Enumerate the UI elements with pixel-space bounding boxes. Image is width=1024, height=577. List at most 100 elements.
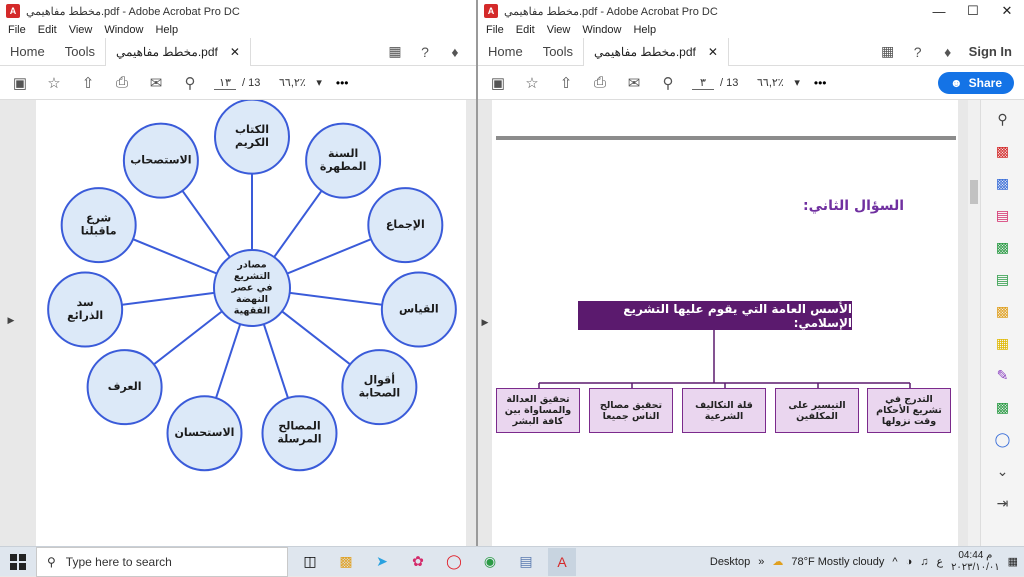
file-explorer-icon[interactable]: ▩	[332, 548, 360, 576]
tools-side-panel: ⚲ ▩ ▩ ▤ ▩ ▤ ▩ ▦ ✎ ▩ ◯ ⌄ ⇥	[980, 100, 1024, 546]
help-icon[interactable]: ?	[909, 43, 927, 61]
opera-icon[interactable]: ◯	[440, 548, 468, 576]
network-icon[interactable]: ◑	[906, 556, 913, 568]
more-tools-button[interactable]: •••	[814, 76, 827, 90]
document-tab[interactable]: مخطط مفاهيمي.pdf ✕	[583, 37, 729, 66]
combine-files-icon[interactable]: ▩	[993, 172, 1013, 194]
diagram-node: الاستصحاب	[122, 122, 199, 199]
menu-help[interactable]: Help	[155, 24, 178, 36]
menu-window[interactable]: Window	[582, 24, 621, 36]
more-tools-button[interactable]: •••	[336, 76, 349, 90]
star-icon[interactable]: ☆	[522, 73, 542, 93]
comment-icon[interactable]: ▦	[879, 43, 897, 61]
save-icon[interactable]: ▣	[488, 73, 508, 93]
zoom-input[interactable]: ٦٦,٢٪	[274, 76, 310, 89]
weather-text[interactable]: 78°F Mostly cloudy	[791, 556, 884, 568]
save-icon[interactable]: ▣	[10, 73, 30, 93]
zoom-input[interactable]: ٦٦,٢٪	[752, 76, 788, 89]
tab-home[interactable]: Home	[0, 38, 55, 66]
bell-icon[interactable]: ♦	[939, 43, 957, 61]
menu-edit[interactable]: Edit	[516, 24, 535, 36]
tab-home[interactable]: Home	[478, 38, 533, 66]
close-window-icon[interactable]: ✕	[990, 0, 1024, 22]
scrollbar-thumb[interactable]	[970, 180, 978, 204]
right-window-title: مخطط مفاهيمي.pdf - Adobe Acrobat Pro DC	[504, 5, 718, 18]
create-pdf-icon[interactable]: ▩	[993, 140, 1013, 162]
zoom-dropdown-icon[interactable]: ▾	[794, 76, 800, 89]
document-tab-label: مخطط مفاهيمي.pdf	[594, 44, 696, 59]
bell-icon[interactable]: ♦	[446, 43, 464, 61]
menu-window[interactable]: Window	[104, 24, 143, 36]
upload-cloud-icon[interactable]: ⇧	[556, 73, 576, 93]
close-tab-icon[interactable]: ✕	[230, 45, 240, 59]
menu-edit[interactable]: Edit	[38, 24, 57, 36]
diagram-node-label: في عصر	[231, 283, 273, 294]
help-icon[interactable]: ?	[416, 43, 434, 61]
tray-expand-icon[interactable]: ^	[892, 556, 897, 568]
diagram-node-label: المرسلة	[277, 433, 321, 446]
compress-pdf-icon[interactable]: ▩	[993, 396, 1013, 418]
chrome-icon[interactable]: ◉	[476, 548, 504, 576]
acrobat-taskbar-icon[interactable]: A	[548, 547, 576, 576]
organize-pages-icon[interactable]: ▤	[993, 204, 1013, 226]
diagram-node-label: التشريع	[234, 271, 270, 282]
zoom-search-icon[interactable]: ⚲	[658, 73, 678, 93]
star-icon[interactable]: ☆	[44, 73, 64, 93]
menu-help[interactable]: Help	[633, 24, 656, 36]
right-toolbar: ▣ ☆ ⇧ ⎙ ✉ ⚲ ٣ / 13 ٦٦,٢٪ ▾ ••• ☻ Share	[478, 66, 1024, 100]
page-number-input[interactable]: ١٣	[214, 76, 236, 90]
diagram-node-label: السنة	[328, 147, 358, 160]
edit-pdf-icon[interactable]: ▩	[993, 236, 1013, 258]
export-pdf-icon[interactable]: ▤	[993, 268, 1013, 290]
tree-leaf: تحقيق العدالة والمساواة بين كافة البشر	[496, 388, 580, 433]
windows-start-icon[interactable]	[0, 547, 36, 577]
sign-in-button[interactable]: Sign In	[969, 44, 1012, 59]
print-icon[interactable]: ⎙	[112, 73, 132, 93]
protect-icon[interactable]: ◯	[993, 428, 1013, 450]
expand-tools-icon[interactable]: ⌄	[993, 460, 1013, 482]
tab-tools[interactable]: Tools	[55, 38, 105, 66]
tree-leaf: قلة التكاليف الشرعية	[682, 388, 766, 433]
tab-tools[interactable]: Tools	[533, 38, 583, 66]
clock[interactable]: 04:44 م ٢٠٢٣/١٠/٠١	[951, 550, 1000, 574]
snipping-tool-icon[interactable]: ✿	[404, 548, 432, 576]
document-tab[interactable]: مخطط مفاهيمي.pdf ✕	[105, 37, 251, 66]
desktop-toolbar[interactable]: Desktop	[710, 556, 750, 568]
language-indicator[interactable]: ع	[936, 555, 943, 568]
left-panel-expand-icon[interactable]: ▶	[6, 310, 16, 330]
print-icon[interactable]: ⎙	[590, 73, 610, 93]
upload-cloud-icon[interactable]: ⇧	[78, 73, 98, 93]
fill-sign-icon[interactable]: ✎	[993, 364, 1013, 386]
right-panel-expand-icon[interactable]: ▶	[480, 312, 490, 332]
left-acrobat-window: A مخطط مفاهيمي.pdf - Adobe Acrobat Pro D…	[0, 0, 476, 546]
telegram-icon[interactable]: ➤	[368, 548, 396, 576]
menu-view[interactable]: View	[547, 24, 571, 36]
notifications-icon[interactable]: ▦	[1008, 555, 1018, 568]
request-signature-icon[interactable]: ▩	[993, 300, 1013, 322]
minimize-icon[interactable]: —	[922, 0, 956, 22]
comment-icon[interactable]: ▦	[386, 43, 404, 61]
tree-leaf: التدرج في تشريع الأحكام وقت نزولها	[867, 388, 951, 433]
share-button[interactable]: ☻ Share	[938, 71, 1014, 94]
menu-view[interactable]: View	[69, 24, 93, 36]
diagram-node: العرف	[86, 349, 163, 426]
windows-taskbar: ⚲ Type here to search ◫ ▩ ➤ ✿ ◯ ◉ ▤ A De…	[0, 546, 1024, 577]
collapse-panel-icon[interactable]: ⇥	[993, 492, 1013, 514]
zoom-search-icon[interactable]: ⚲	[180, 73, 200, 93]
taskbar-search-input[interactable]: ⚲ Type here to search	[36, 546, 288, 577]
email-icon[interactable]: ✉	[146, 73, 166, 93]
email-icon[interactable]: ✉	[624, 73, 644, 93]
menu-file[interactable]: File	[8, 24, 26, 36]
vertical-scrollbar[interactable]	[968, 100, 980, 546]
show-more-icon[interactable]: »	[758, 556, 764, 568]
page-number-input[interactable]: ٣	[692, 76, 714, 90]
volume-icon[interactable]: ♫	[920, 556, 928, 568]
zoom-in-icon[interactable]: ⚲	[993, 108, 1013, 130]
zoom-dropdown-icon[interactable]: ▾	[316, 76, 322, 89]
notepad-icon[interactable]: ▤	[512, 548, 540, 576]
menu-file[interactable]: File	[486, 24, 504, 36]
close-tab-icon[interactable]: ✕	[708, 45, 718, 59]
task-view-icon[interactable]: ◫	[296, 548, 324, 576]
comment-tool-icon[interactable]: ▦	[993, 332, 1013, 354]
maximize-icon[interactable]: ☐	[956, 0, 990, 22]
